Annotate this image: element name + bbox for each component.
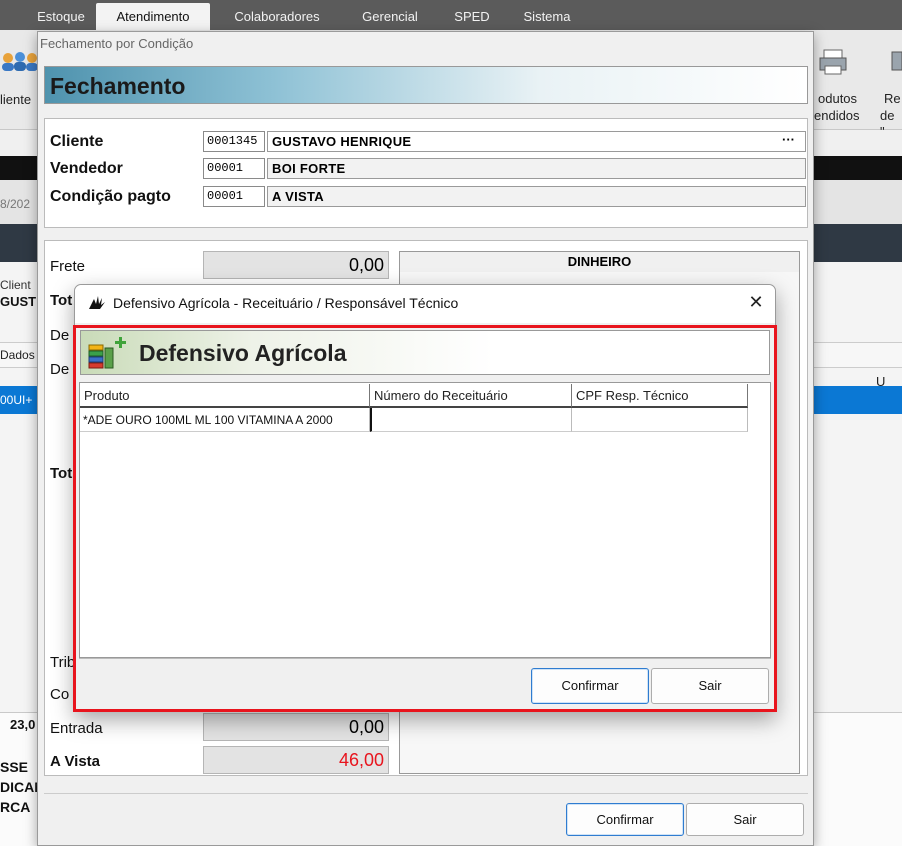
fechamento-sair-button[interactable]: Sair bbox=[686, 803, 804, 836]
menu-sistema[interactable]: Sistema bbox=[510, 0, 584, 30]
menu-colaboradores[interactable]: Colaboradores bbox=[218, 0, 336, 30]
dialog-sair-button[interactable]: Sair bbox=[651, 668, 769, 704]
avista-label: A Vista bbox=[50, 753, 101, 770]
background-row-text: 00UI+ bbox=[0, 393, 33, 407]
condicao-pagto-label: Condição pagto bbox=[50, 188, 171, 205]
dialog-header: Defensivo Agrícola bbox=[80, 330, 770, 375]
menu-estoque[interactable]: Estoque bbox=[30, 0, 92, 30]
background-cliente-label: Client bbox=[0, 278, 31, 292]
background-date-text: 8/202 bbox=[0, 197, 31, 211]
menu-atendimento[interactable]: Atendimento bbox=[96, 3, 210, 31]
entrada-value-field[interactable]: 0,00 bbox=[203, 713, 389, 741]
grid-cell-cpf[interactable] bbox=[572, 408, 748, 432]
vendedor-name-field: BOI FORTE bbox=[267, 158, 806, 179]
frete-value-field[interactable]: 0,00 bbox=[203, 251, 389, 279]
fechamento-window-title: Fechamento por Condição bbox=[40, 36, 194, 51]
vendedor-label: Vendedor bbox=[50, 160, 123, 177]
report-icon[interactable] bbox=[890, 48, 902, 76]
background-value-text: 23,0 bbox=[10, 717, 36, 732]
dialog-title: Defensivo Agrícola - Receituário / Respo… bbox=[113, 295, 459, 311]
background-dados-tab[interactable]: Dados bbox=[0, 348, 35, 362]
total-label-2: Tot bbox=[50, 465, 73, 482]
fechamento-header-title: Fechamento bbox=[50, 73, 186, 99]
fechamento-header: Fechamento bbox=[44, 66, 808, 104]
grid-header-cpf[interactable]: CPF Resp. Técnico bbox=[572, 384, 748, 408]
condicao-code-field[interactable]: 00001 bbox=[203, 186, 265, 207]
tributos-label: Trib bbox=[50, 654, 76, 671]
cliente-lookup-button[interactable]: ··· bbox=[782, 132, 795, 147]
vendedor-code-field[interactable]: 00001 bbox=[203, 158, 265, 179]
comissao-label: Co bbox=[50, 686, 70, 703]
background-line-3: RCA bbox=[0, 799, 31, 815]
menu-gerencial[interactable]: Gerencial bbox=[350, 0, 430, 30]
dialog-confirmar-button[interactable]: Confirmar bbox=[531, 668, 649, 704]
dinheiro-header: DINHEIRO bbox=[399, 251, 800, 273]
entrada-label: Entrada bbox=[50, 720, 103, 737]
avista-value-field: 46,00 bbox=[203, 746, 389, 774]
toolbar-produtos-label-2[interactable]: endidos bbox=[814, 108, 860, 124]
hand-icon bbox=[89, 296, 105, 309]
grid-cell-produto[interactable]: *ADE OURO 100ML ML 100 VITAMINA A 2000 bbox=[80, 408, 370, 432]
grid-header-produto[interactable]: Produto bbox=[80, 384, 370, 408]
main-menubar: Estoque Atendimento Colaboradores Gerenc… bbox=[0, 0, 902, 31]
background-gust-text: GUST bbox=[0, 294, 37, 309]
grid-cell-receituario[interactable] bbox=[370, 408, 572, 432]
close-icon[interactable]: ✕ bbox=[745, 291, 767, 313]
toolbar-produtos-label-1[interactable]: odutos bbox=[818, 91, 857, 107]
toolbar-relatorio-label-2[interactable]: de " bbox=[880, 108, 902, 140]
toolbar-relatorio-label-1[interactable]: Re bbox=[884, 91, 901, 107]
cliente-name-field[interactable]: GUSTAVO HENRIQUE bbox=[267, 131, 806, 152]
menu-sped[interactable]: SPED bbox=[444, 0, 500, 30]
desconto-label-1: De bbox=[50, 327, 70, 344]
condicao-name-field: A VISTA bbox=[267, 186, 806, 207]
fechamento-confirmar-button[interactable]: Confirmar bbox=[566, 803, 684, 836]
toolbar-clientes-label[interactable]: liente bbox=[0, 92, 31, 108]
dialog-header-title: Defensivo Agrícola bbox=[139, 340, 347, 366]
cliente-label: Cliente bbox=[50, 133, 104, 150]
total-label-1: Tot bbox=[50, 292, 73, 309]
product-stack-icon bbox=[88, 337, 126, 369]
frete-label: Frete bbox=[50, 258, 86, 275]
printer-icon[interactable] bbox=[818, 48, 850, 76]
grid-header-receituario[interactable]: Número do Receituário bbox=[370, 384, 572, 408]
cliente-code-field[interactable]: 0001345 bbox=[203, 131, 265, 152]
desconto-label-2: De bbox=[50, 361, 70, 378]
clients-icon[interactable] bbox=[0, 50, 38, 72]
background-line-1: SSE bbox=[0, 759, 29, 775]
